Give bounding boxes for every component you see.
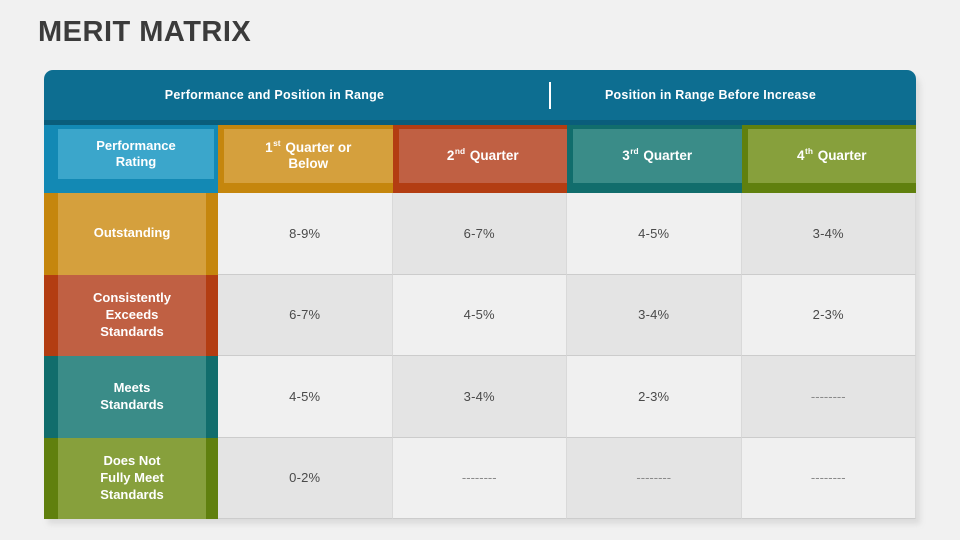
column-header-label-q4: 4th Quarter — [747, 129, 916, 183]
column-header-q2[interactable]: 2nd Quarter — [392, 125, 567, 193]
row-label-meets-standards[interactable]: Meets Standards — [44, 356, 218, 438]
banner-divider — [549, 82, 551, 109]
row-label-text-does-not-fully-meet-standards: Does Not Fully Meet Standards — [58, 437, 206, 519]
table-row: Meets Standards 4-5% 3-4% 2-3% -------- — [44, 356, 916, 438]
banner-right-label: Position in Range Before Increase — [604, 88, 817, 102]
column-header-label-q1: 1st Quarter or Below — [224, 129, 393, 183]
row-label-does-not-fully-meet-standards[interactable]: Does Not Fully Meet Standards — [44, 437, 218, 519]
cell-does-not-fully-meet-standards-q1[interactable]: 0-2% — [218, 437, 393, 519]
row-label-text-consistently-exceeds-standards: Consistently Exceeds Standards — [58, 274, 206, 356]
column-header-q1[interactable]: 1st Quarter or Below — [218, 125, 393, 193]
column-header-row: Performance Rating 1st Quarter or Below 2nd … — [44, 125, 916, 193]
cell-meets-standards-q1[interactable]: 4-5% — [218, 356, 393, 438]
cell-meets-standards-q2[interactable]: 3-4% — [392, 356, 567, 438]
cell-outstanding-q1[interactable]: 8-9% — [218, 193, 393, 275]
banner-left-label: Performance and Position in Range — [164, 88, 385, 102]
table-body: Outstanding 8-9% 6-7% 4-5% 3-4% Consistently E… — [44, 193, 916, 522]
cell-does-not-fully-meet-standards-q3[interactable]: -------- — [567, 437, 742, 519]
banner-underline — [44, 120, 916, 125]
column-header-rating[interactable]: Performance Rating — [44, 125, 218, 193]
table-row: Does Not Fully Meet Standards 0-2% -------- -… — [44, 437, 916, 519]
table-row: Outstanding 8-9% 6-7% 4-5% 3-4% — [44, 193, 916, 275]
cell-consistently-exceeds-standards-q3[interactable]: 3-4% — [567, 274, 742, 356]
cell-consistently-exceeds-standards-q2[interactable]: 4-5% — [392, 274, 567, 356]
table-banner: Performance and Position in Range Positi… — [44, 70, 916, 120]
cell-outstanding-q2[interactable]: 6-7% — [392, 193, 567, 275]
cell-meets-standards-q3[interactable]: 2-3% — [567, 356, 742, 438]
column-header-q3[interactable]: 3rd Quarter — [567, 125, 742, 193]
row-label-text-outstanding: Outstanding — [58, 193, 206, 275]
column-header-label-q2: 2nd Quarter — [398, 129, 567, 183]
page-title: MERIT MATRIX — [38, 16, 252, 48]
cell-consistently-exceeds-standards-q4[interactable]: 2-3% — [741, 274, 916, 356]
cell-does-not-fully-meet-standards-q2[interactable]: -------- — [392, 437, 567, 519]
cell-outstanding-q3[interactable]: 4-5% — [567, 193, 742, 275]
merit-matrix-table: Performance and Position in Range Positi… — [44, 70, 920, 524]
column-header-q4[interactable]: 4th Quarter — [741, 125, 916, 193]
row-label-outstanding[interactable]: Outstanding — [44, 193, 218, 275]
cell-does-not-fully-meet-standards-q4[interactable]: -------- — [741, 437, 916, 519]
cell-outstanding-q4[interactable]: 3-4% — [741, 193, 916, 275]
table-row: Consistently Exceeds Standards 6-7% 4-5% 3-4%… — [44, 274, 916, 356]
column-header-label-rating: Performance Rating — [58, 129, 214, 179]
cell-meets-standards-q4[interactable]: -------- — [741, 356, 916, 438]
column-header-label-q3: 3rd Quarter — [573, 129, 742, 183]
row-label-consistently-exceeds-standards[interactable]: Consistently Exceeds Standards — [44, 274, 218, 356]
cell-consistently-exceeds-standards-q1[interactable]: 6-7% — [218, 274, 393, 356]
row-label-text-meets-standards: Meets Standards — [58, 356, 206, 438]
